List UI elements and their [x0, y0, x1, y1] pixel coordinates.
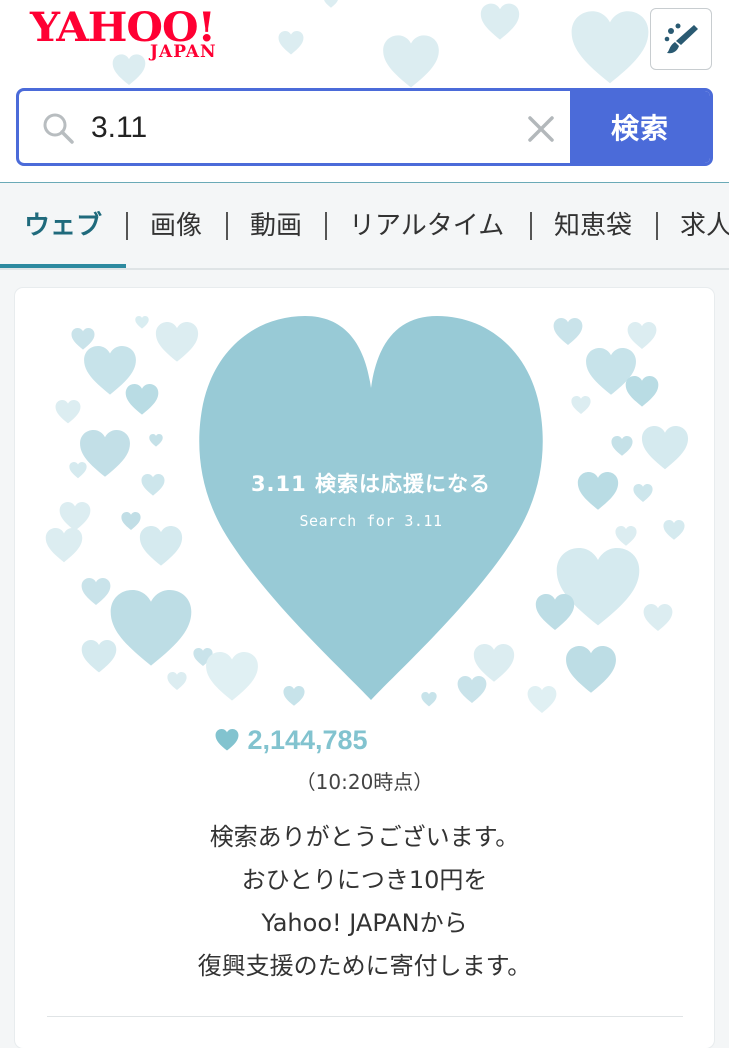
- message-line: 復興支援のために寄付します。: [197, 952, 532, 980]
- search-counter: 2,144,785: [15, 722, 568, 758]
- tab-jobs[interactable]: 求人: [680, 208, 729, 244]
- search-tabs: ウェブ 画像 動画 リアルタイム 知恵袋 求人: [0, 184, 729, 270]
- message-line: 検索ありがとうございます。: [209, 823, 520, 851]
- tab-realtime[interactable]: リアルタイム: [349, 208, 504, 244]
- tab-separator: [530, 212, 532, 240]
- search-input[interactable]: [89, 103, 513, 153]
- heart-count-icon: [215, 729, 239, 751]
- theme-button[interactable]: [650, 8, 712, 70]
- logo-sub-text: JAPAN: [150, 42, 217, 62]
- paintbrush-icon: [664, 23, 698, 54]
- tab-images[interactable]: 画像: [150, 208, 202, 244]
- tabs-divider: [0, 268, 729, 270]
- donation-message: 検索ありがとうございます。 おひとりにつき10円を Yahoo! JAPANから…: [15, 816, 714, 988]
- search-count-value: 2,144,785: [247, 724, 368, 755]
- tab-separator: [656, 212, 658, 240]
- heart-decoration-icon: [320, 0, 342, 8]
- card-divider: [47, 1016, 683, 1017]
- tab-chiebukuro[interactable]: 知恵袋: [554, 208, 632, 244]
- tab-separator: [325, 212, 327, 240]
- heart-decoration-icon: [382, 34, 440, 90]
- search-button[interactable]: 検索: [570, 91, 710, 163]
- heart-decoration-icon: [278, 30, 304, 56]
- search-icon: [43, 113, 74, 144]
- clear-icon[interactable]: [521, 109, 561, 149]
- campaign-card: 3.11 検索は応援になる Search for 3.11 2,144,785 …: [15, 288, 714, 1048]
- tab-videos[interactable]: 動画: [250, 208, 302, 244]
- tab-separator: [126, 212, 128, 240]
- main-heart-icon: [195, 316, 547, 702]
- header: YAHOO! JAPAN 検索: [0, 0, 729, 183]
- tab-separator: [226, 212, 228, 240]
- header-divider: [0, 182, 729, 183]
- search-box: 検索: [16, 88, 713, 166]
- heart-decoration-icon: [480, 2, 520, 42]
- message-line: おひとりにつき10円を: [241, 866, 488, 894]
- message-line: Yahoo! JAPANから: [261, 909, 468, 937]
- heart-decoration-icon: [570, 10, 650, 86]
- tab-web[interactable]: ウェブ: [24, 208, 102, 244]
- campaign-title: 3.11 検索は応援になる: [250, 472, 492, 496]
- yahoo-japan-logo[interactable]: YAHOO! JAPAN: [30, 6, 235, 63]
- campaign-subtitle: Search for 3.11: [299, 512, 443, 530]
- count-timestamp: （10:20時点）: [295, 770, 434, 794]
